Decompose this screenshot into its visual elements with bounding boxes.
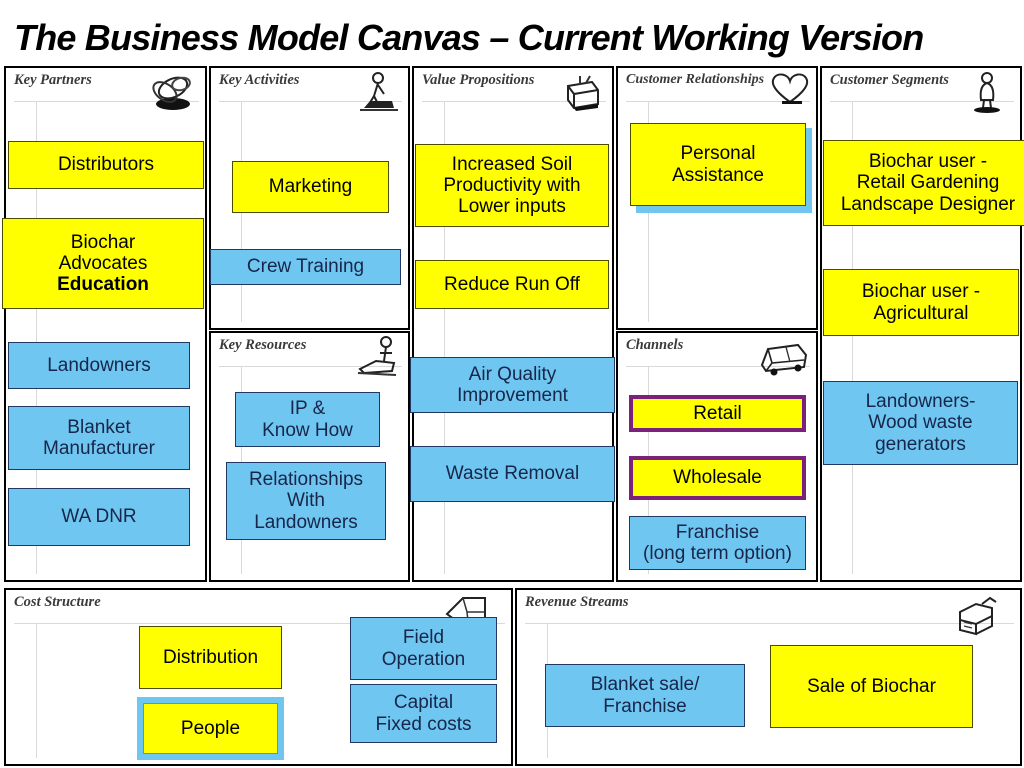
- note-marketing[interactable]: Marketing: [232, 161, 389, 213]
- page-title: The Business Model Canvas – Current Work…: [14, 17, 924, 58]
- note-ip-know-how[interactable]: IP & Know How: [235, 392, 380, 447]
- delivery-truck-icon: [752, 337, 812, 379]
- section-header-revenue-streams: Revenue Streams: [525, 594, 629, 610]
- note-wa-dnr[interactable]: WA DNR: [8, 488, 190, 546]
- note-increased-soil-productivity[interactable]: Increased Soil Productivity with Lower i…: [415, 144, 609, 227]
- note-people[interactable]: People: [137, 697, 284, 760]
- note-personal-assistance[interactable]: Personal Assistance: [630, 123, 806, 206]
- person-standing-icon: [968, 70, 1006, 114]
- worker-pushing-cart-icon: [346, 70, 402, 114]
- note-landowners[interactable]: Landowners: [8, 342, 190, 389]
- chain-links-icon: [143, 70, 199, 114]
- note-wholesale[interactable]: Wholesale: [629, 456, 806, 500]
- note-distribution[interactable]: Distribution: [139, 626, 282, 689]
- note-crew-training[interactable]: Crew Training: [210, 249, 401, 285]
- gift-box-icon: [550, 70, 606, 114]
- note-blanket-manufacturer[interactable]: Blanket Manufacturer: [8, 406, 190, 470]
- note-field-operation[interactable]: Field Operation: [350, 617, 497, 680]
- note-franchise[interactable]: Franchise (long term option): [629, 516, 806, 570]
- note-biochar-user-retail-gardening[interactable]: Biochar user - Retail Gardening Landscap…: [823, 140, 1024, 226]
- note-waste-removal[interactable]: Waste Removal: [410, 446, 615, 502]
- note-retail[interactable]: Retail: [629, 395, 806, 432]
- note-biochar-advocates[interactable]: Biochar Advocates Education: [2, 218, 204, 309]
- note-distributors[interactable]: Distributors: [8, 141, 204, 189]
- note-blanket-sale-franchise[interactable]: Blanket sale/ Franchise: [545, 664, 745, 727]
- guide-line-vertical: [36, 623, 37, 758]
- section-key-resources: Key Resources: [209, 331, 410, 582]
- heart-icon: [766, 68, 814, 108]
- note-air-quality-improvement[interactable]: Air Quality Improvement: [410, 357, 615, 413]
- machine-operator-icon: [346, 335, 402, 379]
- business-model-canvas: The Business Model Canvas – Current Work…: [0, 0, 1024, 768]
- note-biochar-advocates-text: Biochar Advocates: [58, 231, 148, 274]
- note-landowners-wood-waste[interactable]: Landowners- Wood waste generators: [823, 381, 1018, 465]
- note-sale-of-biochar[interactable]: Sale of Biochar: [770, 645, 973, 728]
- note-capital-fixed-costs[interactable]: Capital Fixed costs: [350, 684, 497, 743]
- note-biochar-advocates-bold: Education: [57, 274, 149, 296]
- cash-register-icon: [946, 594, 1000, 640]
- note-reduce-run-off[interactable]: Reduce Run Off: [415, 260, 609, 309]
- note-relationships-with-landowners[interactable]: Relationships With Landowners: [226, 462, 386, 540]
- note-biochar-user-agricultural[interactable]: Biochar user - Agricultural: [823, 269, 1019, 336]
